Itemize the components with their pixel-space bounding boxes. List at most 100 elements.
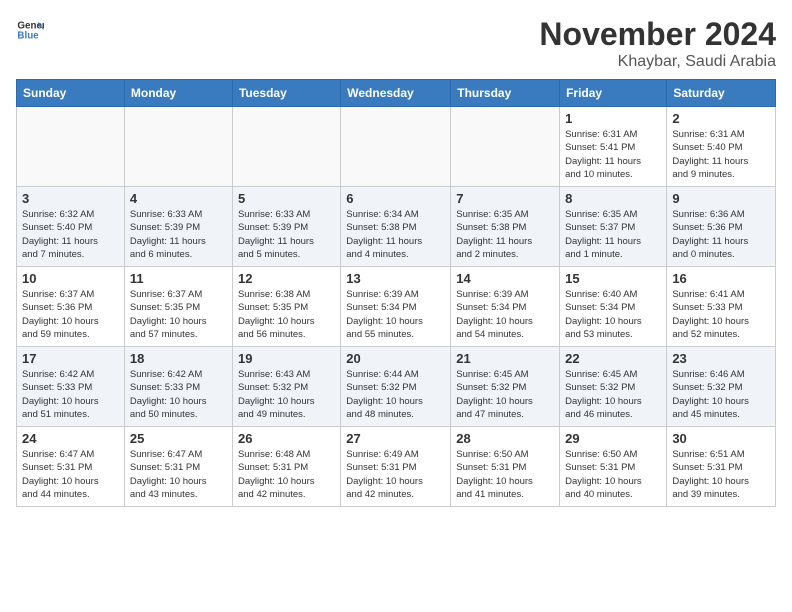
table-row: 30 Sunrise: 6:51 AM Sunset: 5:31 PM Dayli… [667, 427, 776, 507]
day-info: Sunrise: 6:47 AM Sunset: 5:31 PM Dayligh… [130, 448, 227, 501]
day-number: 14 [456, 271, 554, 286]
day-number: 16 [672, 271, 770, 286]
table-row: 23 Sunrise: 6:46 AM Sunset: 5:32 PM Dayli… [667, 347, 776, 427]
day-number: 27 [346, 431, 445, 446]
table-row: 7 Sunrise: 6:35 AM Sunset: 5:38 PM Daylig… [451, 187, 560, 267]
col-monday: Monday [124, 80, 232, 107]
day-info: Sunrise: 6:49 AM Sunset: 5:31 PM Dayligh… [346, 448, 445, 501]
day-number: 26 [238, 431, 335, 446]
day-info: Sunrise: 6:35 AM Sunset: 5:37 PM Dayligh… [565, 208, 661, 261]
table-row: 22Sunrise: 6:45 AM Sunset: 5:32 PM Dayli… [560, 347, 667, 427]
table-row: 13Sunrise: 6:39 AM Sunset: 5:34 PM Dayli… [341, 267, 451, 347]
day-info: Sunrise: 6:39 AM Sunset: 5:34 PM Dayligh… [346, 288, 445, 341]
table-row [341, 107, 451, 187]
table-row: 12 Sunrise: 6:38 AM Sunset: 5:35 PM Dayli… [232, 267, 340, 347]
day-info: Sunrise: 6:50 AM Sunset: 5:31 PM Dayligh… [456, 448, 554, 501]
day-number: 6 [346, 191, 445, 206]
day-number: 7 [456, 191, 554, 206]
table-row: 17 Sunrise: 6:42 AM Sunset: 5:33 PM Dayli… [17, 347, 125, 427]
calendar-week-row: 24Sunrise: 6:47 AM Sunset: 5:31 PM Dayli… [17, 427, 776, 507]
day-info: Sunrise: 6:51 AM Sunset: 5:31 PM Dayligh… [672, 448, 770, 501]
day-info: Sunrise: 6:32 AM Sunset: 5:40 PM Dayligh… [22, 208, 119, 261]
day-number: 5 [238, 191, 335, 206]
day-info: Sunrise: 6:45 AM Sunset: 5:32 PM Dayligh… [565, 368, 661, 421]
col-sunday: Sunday [17, 80, 125, 107]
table-row: 20 Sunrise: 6:44 AM Sunset: 5:32 PM Dayli… [341, 347, 451, 427]
day-info: Sunrise: 6:42 AM Sunset: 5:33 PM Dayligh… [130, 368, 227, 421]
day-info: Sunrise: 6:36 AM Sunset: 5:36 PM Dayligh… [672, 208, 770, 261]
table-row: 16 Sunrise: 6:41 AM Sunset: 5:33 PM Dayli… [667, 267, 776, 347]
day-number: 30 [672, 431, 770, 446]
day-number: 10 [22, 271, 119, 286]
day-info: Sunrise: 6:44 AM Sunset: 5:32 PM Dayligh… [346, 368, 445, 421]
day-number: 4 [130, 191, 227, 206]
table-row [232, 107, 340, 187]
day-info: Sunrise: 6:43 AM Sunset: 5:32 PM Dayligh… [238, 368, 335, 421]
svg-text:Blue: Blue [17, 30, 39, 41]
table-row: 4 Sunrise: 6:33 AM Sunset: 5:39 PM Daylig… [124, 187, 232, 267]
day-number: 20 [346, 351, 445, 366]
calendar-week-row: 3 Sunrise: 6:32 AM Sunset: 5:40 PM Daylig… [17, 187, 776, 267]
day-number: 23 [672, 351, 770, 366]
table-row: 19 Sunrise: 6:43 AM Sunset: 5:32 PM Dayli… [232, 347, 340, 427]
day-info: Sunrise: 6:42 AM Sunset: 5:33 PM Dayligh… [22, 368, 119, 421]
location-title: Khaybar, Saudi Arabia [539, 53, 776, 71]
table-row: 14 Sunrise: 6:39 AM Sunset: 5:34 PM Dayli… [451, 267, 560, 347]
table-row: 10Sunrise: 6:37 AM Sunset: 5:36 PM Dayli… [17, 267, 125, 347]
table-row: 18 Sunrise: 6:42 AM Sunset: 5:33 PM Dayli… [124, 347, 232, 427]
day-number: 15 [565, 271, 661, 286]
day-number: 12 [238, 271, 335, 286]
table-row: 9 Sunrise: 6:36 AM Sunset: 5:36 PM Daylig… [667, 187, 776, 267]
col-thursday: Thursday [451, 80, 560, 107]
day-info: Sunrise: 6:31 AM Sunset: 5:40 PM Dayligh… [672, 128, 770, 181]
table-row: 1Sunrise: 6:31 AM Sunset: 5:41 PM Daylig… [560, 107, 667, 187]
day-info: Sunrise: 6:33 AM Sunset: 5:39 PM Dayligh… [238, 208, 335, 261]
day-info: Sunrise: 6:35 AM Sunset: 5:38 PM Dayligh… [456, 208, 554, 261]
table-row: 5 Sunrise: 6:33 AM Sunset: 5:39 PM Daylig… [232, 187, 340, 267]
col-wednesday: Wednesday [341, 80, 451, 107]
calendar-header-row: Sunday Monday Tuesday Wednesday Thursday… [17, 80, 776, 107]
day-number: 25 [130, 431, 227, 446]
calendar-week-row: 10Sunrise: 6:37 AM Sunset: 5:36 PM Dayli… [17, 267, 776, 347]
logo: General Blue [16, 16, 44, 44]
calendar-week-row: 17 Sunrise: 6:42 AM Sunset: 5:33 PM Dayli… [17, 347, 776, 427]
month-title: November 2024 [539, 16, 776, 53]
day-info: Sunrise: 6:50 AM Sunset: 5:31 PM Dayligh… [565, 448, 661, 501]
calendar: Sunday Monday Tuesday Wednesday Thursday… [16, 79, 776, 507]
col-tuesday: Tuesday [232, 80, 340, 107]
table-row: 15 Sunrise: 6:40 AM Sunset: 5:34 PM Dayli… [560, 267, 667, 347]
day-info: Sunrise: 6:34 AM Sunset: 5:38 PM Dayligh… [346, 208, 445, 261]
day-number: 17 [22, 351, 119, 366]
table-row: 8 Sunrise: 6:35 AM Sunset: 5:37 PM Daylig… [560, 187, 667, 267]
day-info: Sunrise: 6:41 AM Sunset: 5:33 PM Dayligh… [672, 288, 770, 341]
day-number: 28 [456, 431, 554, 446]
table-row: 6 Sunrise: 6:34 AM Sunset: 5:38 PM Daylig… [341, 187, 451, 267]
day-number: 2 [672, 111, 770, 126]
table-row: 2 Sunrise: 6:31 AM Sunset: 5:40 PM Daylig… [667, 107, 776, 187]
title-area: November 2024 Khaybar, Saudi Arabia [539, 16, 776, 71]
day-info: Sunrise: 6:46 AM Sunset: 5:32 PM Dayligh… [672, 368, 770, 421]
table-row: 27 Sunrise: 6:49 AM Sunset: 5:31 PM Dayli… [341, 427, 451, 507]
table-row [124, 107, 232, 187]
day-info: Sunrise: 6:47 AM Sunset: 5:31 PM Dayligh… [22, 448, 119, 501]
day-number: 18 [130, 351, 227, 366]
day-info: Sunrise: 6:40 AM Sunset: 5:34 PM Dayligh… [565, 288, 661, 341]
col-friday: Friday [560, 80, 667, 107]
day-number: 8 [565, 191, 661, 206]
day-info: Sunrise: 6:39 AM Sunset: 5:34 PM Dayligh… [456, 288, 554, 341]
day-info: Sunrise: 6:38 AM Sunset: 5:35 PM Dayligh… [238, 288, 335, 341]
day-info: Sunrise: 6:33 AM Sunset: 5:39 PM Dayligh… [130, 208, 227, 261]
table-row: 3 Sunrise: 6:32 AM Sunset: 5:40 PM Daylig… [17, 187, 125, 267]
logo-icon: General Blue [16, 16, 44, 44]
table-row: 26Sunrise: 6:48 AM Sunset: 5:31 PM Dayli… [232, 427, 340, 507]
day-number: 29 [565, 431, 661, 446]
calendar-week-row: 1Sunrise: 6:31 AM Sunset: 5:41 PM Daylig… [17, 107, 776, 187]
day-info: Sunrise: 6:31 AM Sunset: 5:41 PM Dayligh… [565, 128, 661, 181]
table-row [17, 107, 125, 187]
day-number: 9 [672, 191, 770, 206]
day-number: 19 [238, 351, 335, 366]
table-row: 24Sunrise: 6:47 AM Sunset: 5:31 PM Dayli… [17, 427, 125, 507]
table-row [451, 107, 560, 187]
day-number: 3 [22, 191, 119, 206]
day-number: 21 [456, 351, 554, 366]
